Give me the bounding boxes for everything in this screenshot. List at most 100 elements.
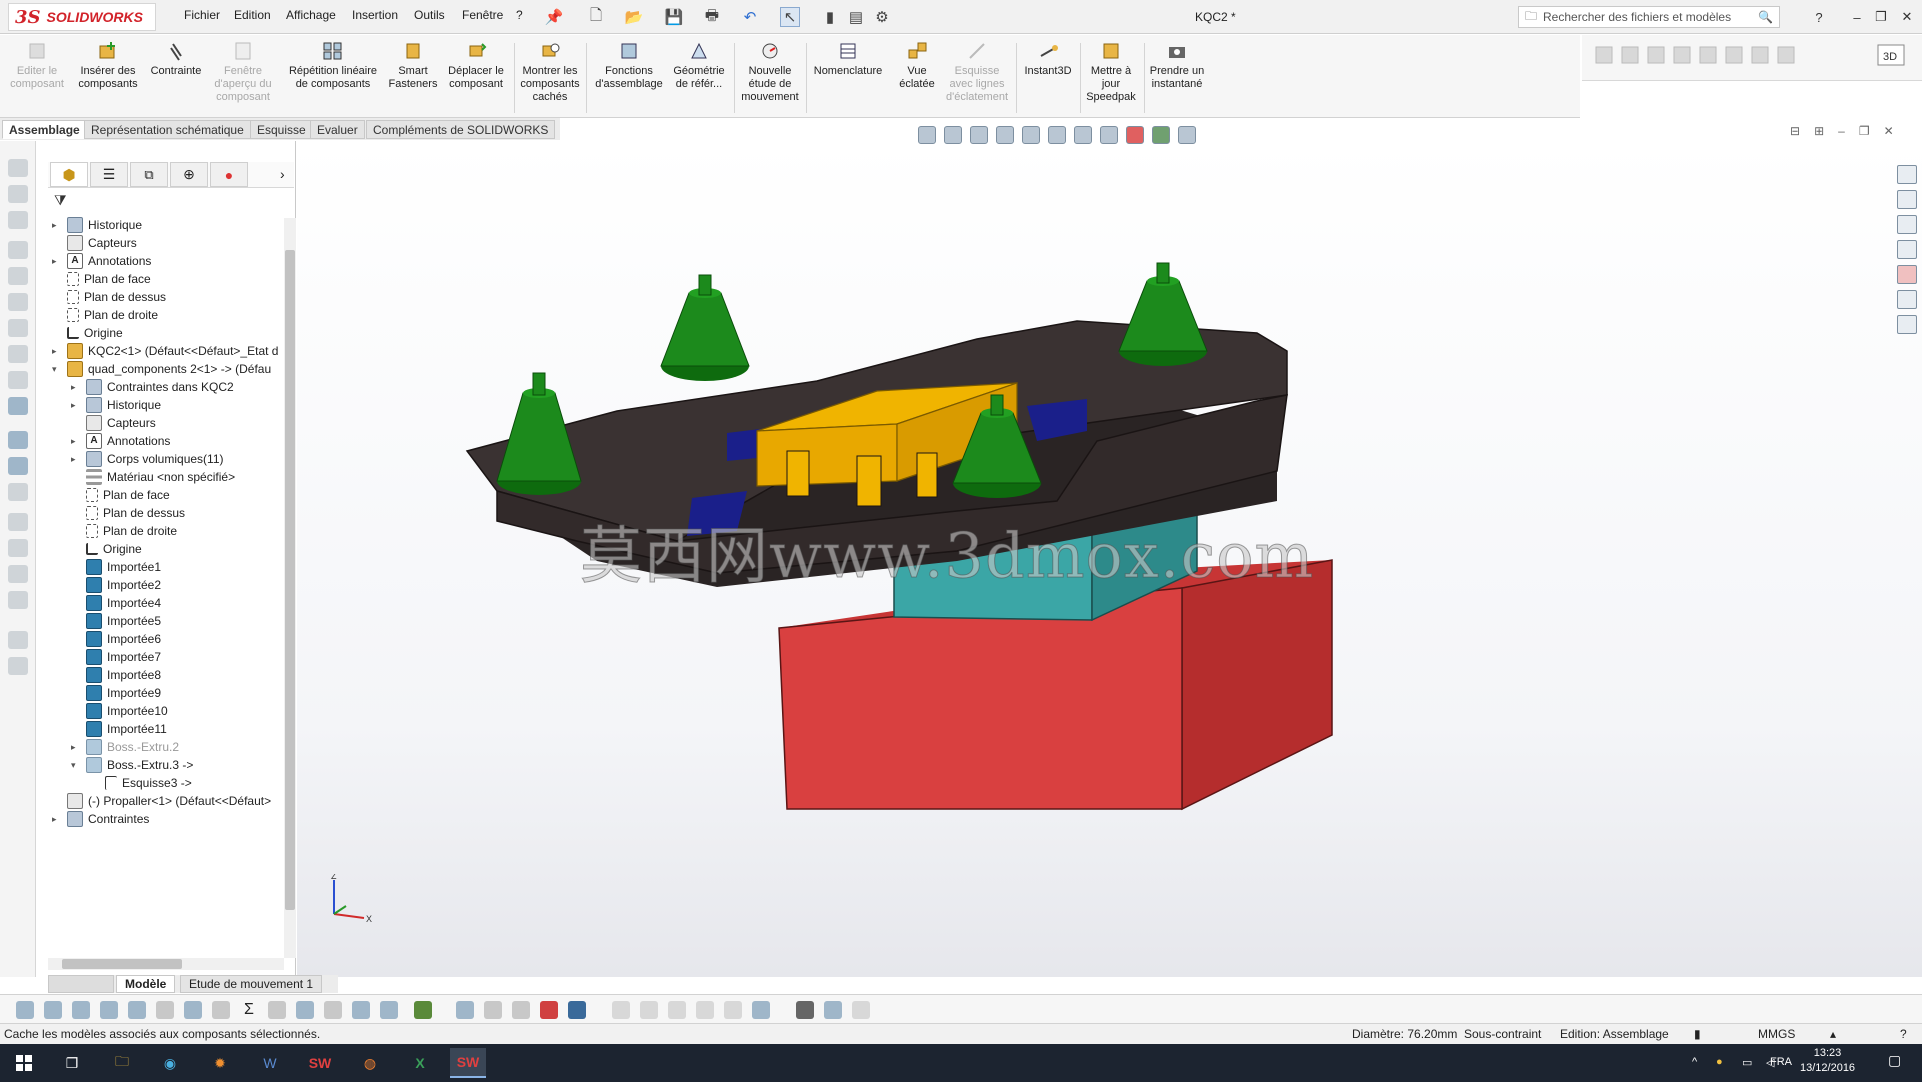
firefox-taskbar-icon[interactable]: ◍ bbox=[352, 1048, 388, 1078]
instantane-button[interactable]: Prendre un instantané bbox=[1146, 39, 1208, 115]
tree-item[interactable]: Esquisse3 -> bbox=[90, 773, 192, 793]
datum-icon[interactable] bbox=[752, 1001, 770, 1019]
display-style-icon[interactable] bbox=[1074, 126, 1092, 144]
minimize-button[interactable]: – bbox=[1846, 6, 1868, 28]
expand-arrow-icon[interactable]: ▾ bbox=[52, 364, 62, 375]
view-settings-icon[interactable] bbox=[1178, 126, 1196, 144]
expand-arrow-icon[interactable]: ▸ bbox=[71, 436, 81, 447]
tray-app-icon[interactable]: ● bbox=[1716, 1056, 1723, 1068]
nomenclature-button[interactable]: Nomenclature bbox=[808, 39, 888, 115]
nouvelle-etude-button[interactable]: Nouvelle étude de mouvement bbox=[736, 39, 804, 115]
strip-tool-icon[interactable] bbox=[8, 185, 28, 203]
property-manager-tab-icon[interactable]: ☰ bbox=[90, 162, 128, 187]
file-explorer-taskbar-icon[interactable]: 🗀 bbox=[104, 1048, 140, 1078]
expand-arrow-icon[interactable]: ▾ bbox=[71, 760, 81, 771]
tab-etude-mouvement[interactable]: Etude de mouvement 1 bbox=[180, 975, 323, 993]
expand-arrow-icon[interactable]: ▸ bbox=[52, 346, 62, 357]
strip-tool-icon[interactable] bbox=[8, 457, 28, 475]
fenetre-apercu-button[interactable]: Fenêtre d'aperçu du composant bbox=[208, 39, 278, 115]
snapshot-icon[interactable] bbox=[824, 1001, 842, 1019]
editer-composant-button[interactable]: Editer le composant bbox=[6, 39, 68, 115]
strip-tool-icon[interactable] bbox=[8, 539, 28, 557]
expand-arrow-icon[interactable]: ▸ bbox=[52, 220, 62, 231]
interference-icon[interactable] bbox=[128, 1001, 146, 1019]
tree-item[interactable]: Importée5 bbox=[71, 611, 161, 631]
task-view-icon[interactable]: ❐ bbox=[54, 1048, 90, 1078]
options-gear-icon[interactable]: ⚙ bbox=[872, 7, 892, 27]
rebuild-icon[interactable]: ▮ bbox=[820, 7, 840, 27]
solidworks-active-taskbar-icon[interactable]: SW bbox=[450, 1048, 486, 1078]
chevron-right-icon[interactable]: › bbox=[280, 166, 285, 182]
tray-chevron-icon[interactable]: ^ bbox=[1692, 1056, 1697, 1068]
input-language[interactable]: FRA bbox=[1770, 1056, 1792, 1068]
search-icon[interactable]: 🔍 bbox=[1758, 10, 1773, 24]
tab-modele[interactable]: Modèle bbox=[116, 975, 176, 993]
menu-outils[interactable]: Outils bbox=[414, 8, 445, 22]
units-dropdown-icon[interactable]: ▴ bbox=[1830, 1027, 1836, 1041]
strip-tool-icon[interactable] bbox=[8, 241, 28, 259]
status-units[interactable]: MMGS bbox=[1758, 1027, 1795, 1041]
viewport-close-icon[interactable]: ✕ bbox=[1884, 124, 1894, 138]
tree-item[interactable]: ▸ A Annotations bbox=[71, 431, 170, 451]
network-icon[interactable]: ▭ bbox=[1742, 1056, 1752, 1069]
strip-tool-icon[interactable] bbox=[8, 211, 28, 229]
tree-item[interactable]: Plan de droite bbox=[71, 521, 177, 541]
assembly-visualization-icon[interactable] bbox=[72, 1001, 90, 1019]
dimxpert-tab-icon[interactable]: ⊕ bbox=[170, 162, 208, 187]
appearances-icon[interactable] bbox=[1897, 265, 1917, 284]
strip-tool-icon[interactable] bbox=[8, 657, 28, 675]
tree-item[interactable]: (-) Propaller<1> (Défaut<<Défaut> bbox=[52, 791, 271, 811]
tree-item[interactable]: Importée4 bbox=[71, 593, 161, 613]
feature-tree-tab-icon[interactable]: ⬢ bbox=[50, 162, 88, 187]
viewport-restore-icon[interactable]: ❐ bbox=[1859, 124, 1870, 138]
strip-tool-icon[interactable] bbox=[8, 371, 28, 389]
tree-item[interactable]: Plan de face bbox=[71, 485, 170, 505]
tree-item[interactable]: Importée2 bbox=[71, 575, 161, 595]
tree-item[interactable]: ▸ Contraintes bbox=[52, 809, 149, 829]
tree-item[interactable]: ▸ Historique bbox=[52, 215, 142, 235]
expand-arrow-icon[interactable]: ▸ bbox=[71, 382, 81, 393]
file-explorer-icon[interactable] bbox=[1897, 215, 1917, 234]
tab-assemblage[interactable]: Assemblage bbox=[2, 120, 87, 139]
tree-item[interactable]: Importée9 bbox=[71, 683, 161, 703]
evaluate-tool-icon[interactable] bbox=[296, 1001, 314, 1019]
viewport-next-icon[interactable]: ⊞ bbox=[1814, 124, 1824, 138]
spell-check-icon[interactable] bbox=[16, 1001, 34, 1019]
tree-item[interactable]: Plan de dessus bbox=[71, 503, 185, 523]
tree-item[interactable]: Capteurs bbox=[52, 233, 137, 253]
speedpak-button[interactable]: Mettre à jour Speedpak bbox=[1082, 39, 1140, 115]
status-help-icon[interactable]: ? bbox=[1900, 1027, 1907, 1041]
excel-taskbar-icon[interactable]: X bbox=[402, 1048, 438, 1078]
tree-item[interactable]: ▾ quad_components 2<1> -> (Défau bbox=[52, 359, 271, 379]
expand-arrow-icon[interactable]: ▸ bbox=[71, 454, 81, 465]
evaluate-tool-icon[interactable] bbox=[380, 1001, 398, 1019]
file-properties-icon[interactable]: ▤ bbox=[846, 7, 866, 27]
expand-arrow-icon[interactable]: ▸ bbox=[71, 400, 81, 411]
open-icon[interactable]: 📂 bbox=[624, 7, 644, 27]
save-icon[interactable]: 💾 bbox=[664, 7, 684, 27]
evaluate-tool-icon[interactable] bbox=[568, 1001, 586, 1019]
configuration-manager-tab-icon[interactable]: ⧉ bbox=[130, 162, 168, 187]
print-icon[interactable]: 🖶 bbox=[702, 7, 722, 27]
rebuild-indicator-icon[interactable]: ▮ bbox=[1694, 1027, 1701, 1041]
pin-icon[interactable]: 📌 bbox=[544, 7, 564, 27]
geometrie-reference-button[interactable]: Géométrie de référ... bbox=[668, 39, 730, 115]
zoom-to-fit-icon[interactable] bbox=[944, 126, 962, 144]
tree-item[interactable]: ▸ Boss.-Extru.2 bbox=[71, 737, 179, 757]
solidworks-logo[interactable]: 3S SOLIDWORKS bbox=[8, 3, 156, 31]
notifications-icon[interactable]: ▢ bbox=[1888, 1052, 1901, 1069]
tree-item[interactable]: ▸ Corps volumiques(11) bbox=[71, 449, 224, 469]
evaluate-tool-icon[interactable] bbox=[456, 1001, 474, 1019]
find-reference-icon[interactable] bbox=[44, 1001, 62, 1019]
search-box[interactable]: 🗀 Rechercher des fichiers et modèles 🔍 bbox=[1518, 6, 1780, 28]
expand-arrow-icon[interactable]: ▸ bbox=[52, 814, 62, 825]
strip-tool-icon[interactable] bbox=[8, 319, 28, 337]
new-document-icon[interactable]: 🗋 bbox=[586, 7, 606, 27]
mass-properties-icon[interactable] bbox=[184, 1001, 202, 1019]
tree-item[interactable]: Origine bbox=[71, 539, 142, 559]
strip-tool-icon[interactable] bbox=[8, 591, 28, 609]
evaluate-tool-icon[interactable] bbox=[414, 1001, 432, 1019]
tree-item[interactable]: Capteurs bbox=[71, 413, 156, 433]
evaluate-tool-icon[interactable] bbox=[512, 1001, 530, 1019]
tree-item[interactable]: ▾ Boss.-Extru.3 -> bbox=[71, 755, 193, 775]
